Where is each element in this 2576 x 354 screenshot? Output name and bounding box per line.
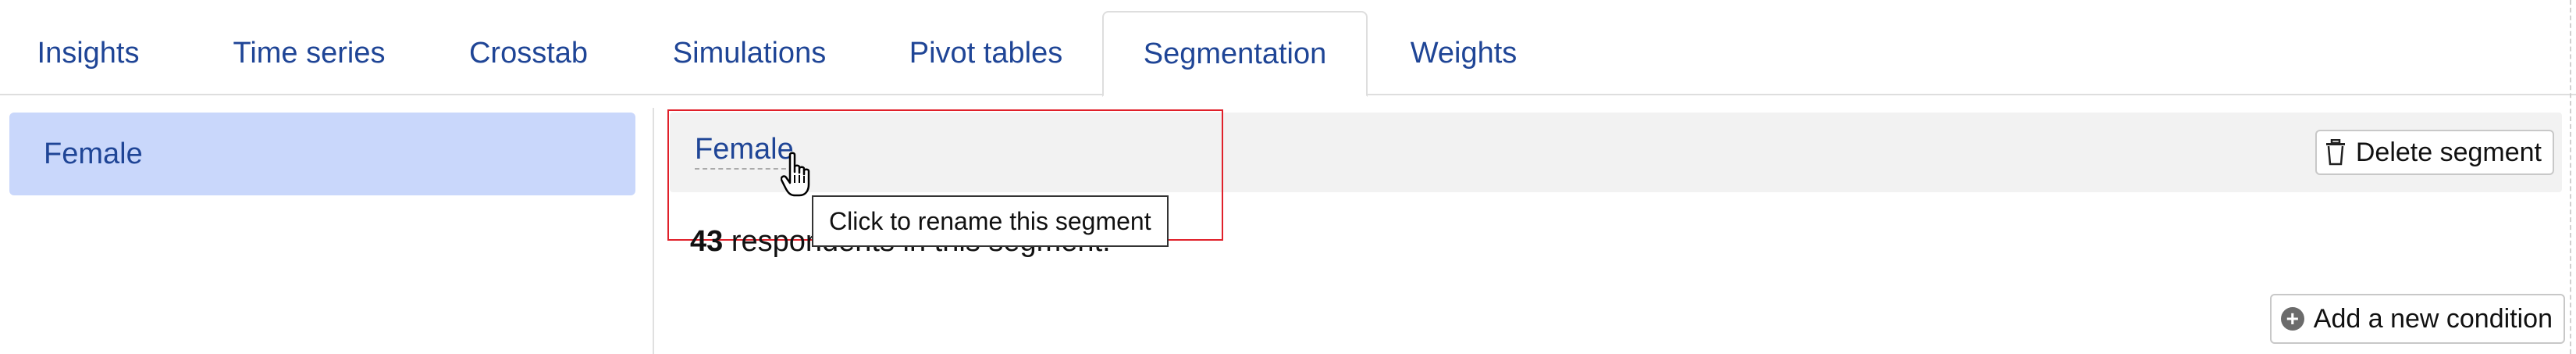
add-condition-button[interactable]: + Add a new condition <box>2269 294 2565 344</box>
segment-name-editable[interactable]: Female <box>695 133 794 170</box>
delete-segment-label: Delete segment <box>2355 137 2542 167</box>
segment-list-item-female[interactable]: Female <box>9 113 635 195</box>
hand-pointer-icon <box>781 152 810 197</box>
add-condition-label: Add a new condition <box>2313 303 2553 334</box>
plus-circle-icon: + <box>2280 307 2304 331</box>
trash-icon <box>2325 139 2345 166</box>
tab-segmentation[interactable]: Segmentation <box>1102 11 1368 97</box>
tab-weights[interactable]: Weights <box>1397 11 1530 95</box>
segment-header: Female Delete segment <box>670 113 2562 192</box>
tab-time-series[interactable]: Time series <box>217 11 401 95</box>
rename-tooltip: Click to rename this segment <box>812 195 1169 247</box>
right-edge-border <box>2570 0 2571 354</box>
tab-insights[interactable]: Insights <box>22 11 155 95</box>
tab-pivot-tables[interactable]: Pivot tables <box>896 11 1076 95</box>
tab-bar: Insights Time series Crosstab Simulation… <box>0 0 2576 97</box>
panel-divider <box>653 108 654 354</box>
delete-segment-button[interactable]: Delete segment <box>2314 130 2554 175</box>
tab-crosstab[interactable]: Crosstab <box>456 11 601 95</box>
segment-list: Female <box>9 113 635 195</box>
tab-simulations[interactable]: Simulations <box>657 11 841 95</box>
respondent-count: 43 <box>690 225 724 258</box>
